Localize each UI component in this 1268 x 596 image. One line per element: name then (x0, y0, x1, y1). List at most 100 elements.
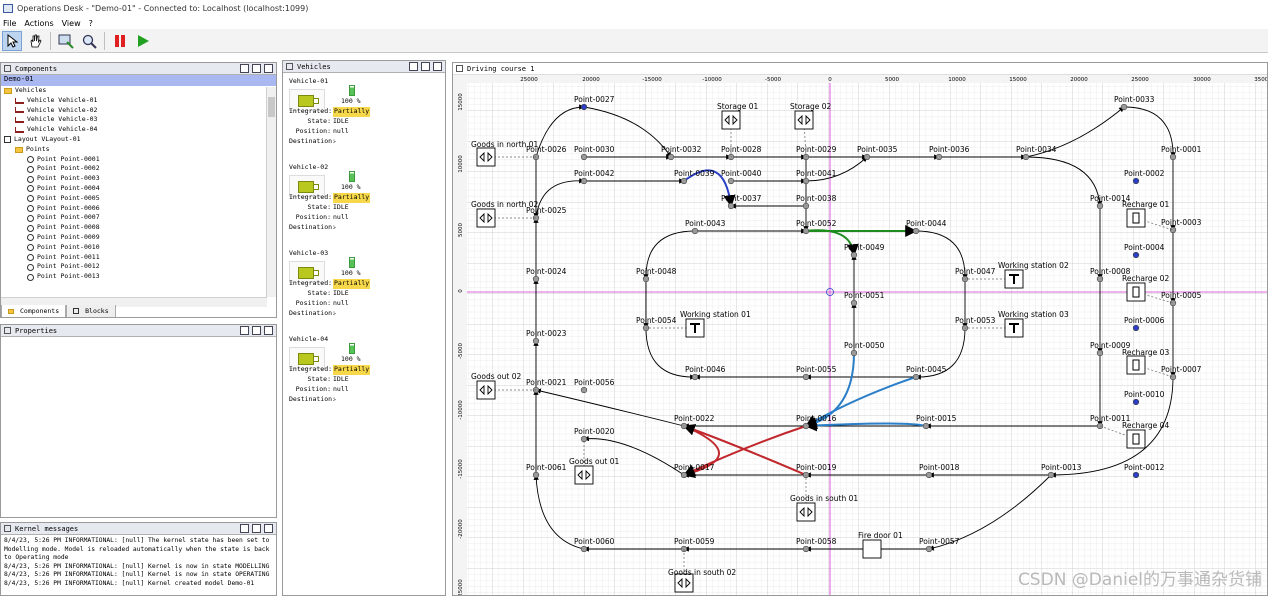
course-point[interactable] (1132, 177, 1140, 185)
course-point[interactable] (580, 386, 588, 394)
course-point[interactable] (532, 275, 540, 283)
course-point[interactable] (1096, 349, 1104, 357)
course-point[interactable] (1169, 153, 1177, 161)
tree-layout-item[interactable]: Layout VLayout-01 (1, 135, 276, 145)
menu-actions[interactable]: Actions (24, 19, 53, 28)
menu-help[interactable]: ? (89, 19, 93, 28)
course-point[interactable] (802, 422, 810, 430)
minimize-icon[interactable] (240, 326, 249, 335)
vehicle-card[interactable]: Vehicle-04 100 % Integrated: Partially St… (289, 335, 445, 417)
menu-file[interactable]: File (3, 19, 16, 28)
location-box[interactable] (862, 539, 882, 559)
course-point[interactable] (580, 153, 588, 161)
course-point[interactable] (850, 251, 858, 259)
course-point[interactable] (1132, 471, 1140, 479)
tree-point-item[interactable]: Point Point-0005 (1, 194, 276, 204)
maximize-icon[interactable] (264, 524, 273, 533)
course-point[interactable] (680, 471, 688, 479)
tree-point-item[interactable]: Point Point-0011 (1, 253, 276, 263)
tree-vehicle-item[interactable]: Vehicle Vehicle-02 (1, 106, 276, 116)
course-point[interactable] (935, 153, 943, 161)
course-point[interactable] (802, 177, 810, 185)
minimize-icon[interactable] (240, 524, 249, 533)
vehicle-card[interactable]: Vehicle-03 100 % Integrated: Partially St… (289, 249, 445, 331)
tree-point-item[interactable]: Point Point-0003 (1, 174, 276, 184)
vehicle-card[interactable]: Vehicle-02 100 % Integrated: Partially St… (289, 163, 445, 245)
course-point[interactable] (642, 275, 650, 283)
tree-vehicle-item[interactable]: Vehicle Vehicle-04 (1, 125, 276, 135)
course-point[interactable] (1132, 324, 1140, 332)
tab-blocks[interactable]: Blocks (66, 305, 116, 317)
tree-vehicle-item[interactable]: Vehicle Vehicle-01 (1, 96, 276, 106)
course-point[interactable] (912, 373, 920, 381)
tree-point-item[interactable]: Point Point-0004 (1, 184, 276, 194)
course-point[interactable] (1096, 202, 1104, 210)
tree-point-item[interactable]: Point Point-0012 (1, 262, 276, 272)
minimize-icon[interactable] (409, 62, 418, 71)
course-point[interactable] (1047, 471, 1055, 479)
hand-pan-icon[interactable] (25, 31, 45, 51)
course-point[interactable] (802, 373, 810, 381)
tab-components[interactable]: Components (1, 305, 67, 317)
tree-points-folder[interactable]: Points (1, 145, 276, 155)
course-point[interactable] (912, 227, 920, 235)
course-map[interactable]: 25000 20000 -15000 -10000 -5000 0 5000 10000 150… (453, 75, 1267, 595)
course-point[interactable] (532, 337, 540, 345)
course-point[interactable] (691, 373, 699, 381)
tree-scrollbar[interactable] (266, 87, 276, 297)
course-point[interactable] (580, 103, 588, 111)
course-point[interactable] (1132, 251, 1140, 259)
tree-point-item[interactable]: Point Point-0001 (1, 155, 276, 165)
course-point[interactable] (1096, 275, 1104, 283)
tree-vehicles-folder[interactable]: Vehicles (1, 86, 276, 96)
location-box[interactable] (1126, 429, 1146, 449)
course-point[interactable] (925, 471, 933, 479)
menu-view[interactable]: View (62, 19, 81, 28)
play-icon[interactable] (133, 31, 153, 51)
maximize-icon[interactable] (264, 64, 273, 73)
course-point[interactable] (727, 202, 735, 210)
course-point[interactable] (1022, 153, 1030, 161)
course-point[interactable] (532, 471, 540, 479)
tree-point-item[interactable]: Point Point-0008 (1, 223, 276, 233)
course-point[interactable] (667, 153, 675, 161)
zoom-area-icon[interactable] (56, 31, 76, 51)
course-point[interactable] (863, 153, 871, 161)
course-point[interactable] (691, 227, 699, 235)
tree-root[interactable]: Demo-01 (1, 75, 276, 86)
location-box[interactable] (1126, 208, 1146, 228)
restore-icon[interactable] (421, 62, 430, 71)
restore-icon[interactable] (252, 524, 261, 533)
restore-icon[interactable] (252, 64, 261, 73)
course-point[interactable] (802, 545, 810, 553)
location-box[interactable] (1126, 282, 1146, 302)
maximize-icon[interactable] (264, 326, 273, 335)
course-point[interactable] (680, 177, 688, 185)
pause-icon[interactable] (110, 31, 130, 51)
tree-point-item[interactable]: Point Point-0006 (1, 204, 276, 214)
vehicle-card[interactable]: Vehicle-01 100 % Integrated: Partially St… (289, 77, 445, 159)
zoom-reset-icon[interactable] (79, 31, 99, 51)
course-point[interactable] (580, 177, 588, 185)
course-point[interactable] (850, 349, 858, 357)
select-cursor-icon[interactable] (2, 30, 22, 51)
minimize-icon[interactable] (240, 64, 249, 73)
course-point[interactable] (1120, 103, 1128, 111)
course-point[interactable] (922, 422, 930, 430)
maximize-icon[interactable] (433, 62, 442, 71)
course-point[interactable] (1132, 398, 1140, 406)
tree-vehicle-item[interactable]: Vehicle Vehicle-03 (1, 115, 276, 125)
course-point[interactable] (925, 545, 933, 553)
course-point[interactable] (580, 545, 588, 553)
course-point[interactable] (850, 299, 858, 307)
location-box[interactable] (1126, 355, 1146, 375)
course-point[interactable] (727, 177, 735, 185)
driving-course-panel[interactable]: Driving course 1 25000 20000 -15000 -10000 -… (452, 62, 1268, 596)
tree-point-item[interactable]: Point Point-0009 (1, 233, 276, 243)
course-point[interactable] (680, 422, 688, 430)
tree-point-item[interactable]: Point Point-0013 (1, 272, 276, 282)
tree-point-item[interactable]: Point Point-0007 (1, 213, 276, 223)
course-point[interactable] (802, 227, 810, 235)
scroll-thumb[interactable] (268, 97, 275, 117)
restore-icon[interactable] (252, 326, 261, 335)
